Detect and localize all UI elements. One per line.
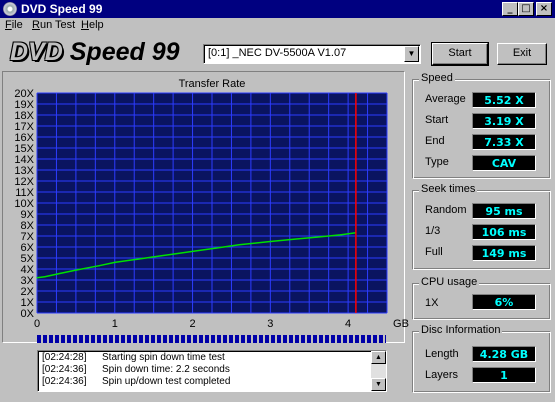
data-point	[75, 269, 77, 271]
data-point	[44, 276, 46, 278]
chart-title: Transfer Rate	[179, 78, 246, 90]
data-point	[191, 250, 194, 252]
y-tick-label: 10X	[14, 198, 34, 210]
seek-third-label: 1/3	[425, 225, 441, 237]
y-tick-label: 2X	[21, 286, 35, 298]
log-scrollbar[interactable]: ▲ ▼	[371, 351, 386, 391]
cpu-panel-title: CPU usage	[419, 276, 480, 288]
data-point	[98, 265, 100, 267]
log-message: Spin up/down test completed	[102, 376, 231, 387]
data-point	[36, 277, 38, 279]
y-tick-label: 6X	[21, 242, 35, 254]
x-tick-label: 0	[34, 318, 40, 330]
speed-average-label: Average	[425, 93, 466, 105]
y-tick-label: 1X	[21, 297, 35, 309]
y-tick-label: 11X	[15, 187, 34, 199]
y-tick-label: 9X	[21, 209, 35, 221]
data-point	[114, 261, 116, 263]
x-tick-label: 3	[267, 318, 273, 330]
y-tick-label: 20X	[14, 88, 34, 100]
transfer-rate-chart: Transfer Rate0X1X2X3X4X5X6X7X8X9X10X11X1…	[14, 78, 409, 330]
log-time: [02:24:36]	[42, 364, 87, 375]
x-axis-label: GB	[393, 318, 409, 330]
seek-random-value: 95 ms	[472, 203, 536, 219]
y-tick-label: 0X	[21, 308, 35, 320]
start-button[interactable]: Start	[431, 42, 489, 66]
data-point	[215, 247, 217, 249]
disc-panel-title: Disc Information	[419, 324, 503, 336]
y-tick-label: 16X	[14, 132, 34, 144]
speed-start-label: Start	[425, 114, 449, 126]
log-message: Starting spin down time test	[102, 352, 225, 363]
y-tick-label: 8X	[21, 220, 35, 232]
disc-length-value: 4.28 GB	[472, 346, 536, 362]
maximize-button[interactable]: □	[518, 2, 534, 16]
cpu-1x-label: 1X	[425, 297, 439, 309]
log-time: [02:24:36]	[42, 376, 87, 387]
speed-start-value: 3.19 X	[472, 113, 536, 129]
x-tick-label: 2	[189, 318, 195, 330]
log-message: Spin down time: 2.2 seconds	[102, 364, 230, 375]
log-entry: [02:24:36] Spin down time: 2.2 seconds	[42, 364, 386, 376]
progress-bar	[37, 335, 386, 343]
speed-average-value: 5.52 X	[472, 92, 536, 108]
seek-third-value: 106 ms	[472, 224, 536, 240]
disc-length-label: Length	[425, 348, 459, 360]
seek-times-panel: Seek times Random 95 ms 1/3 106 ms Full …	[412, 183, 551, 270]
scroll-down-icon[interactable]: ▼	[371, 378, 386, 391]
minimize-button[interactable]: _	[502, 2, 518, 16]
close-icon: ×	[539, 3, 549, 14]
x-tick-label: 4	[345, 318, 351, 330]
y-tick-label: 19X	[14, 99, 34, 111]
x-tick-label: 1	[112, 318, 118, 330]
y-tick-label: 15X	[14, 143, 34, 155]
maximize-icon: □	[521, 3, 531, 14]
seek-panel-title: Seek times	[419, 183, 478, 195]
minimize-icon: _	[507, 3, 513, 14]
disc-layers-value: 1	[472, 367, 536, 383]
y-tick-label: 13X	[14, 165, 34, 177]
data-point	[293, 238, 295, 240]
data-point	[160, 255, 163, 257]
log-entry: [02:24:28] Starting spin down time test	[42, 352, 386, 364]
data-point	[339, 234, 341, 236]
log-time: [02:24:28]	[42, 352, 87, 363]
seek-random-label: Random	[425, 204, 467, 216]
speed-type-value: CAV	[472, 155, 536, 171]
data-point	[316, 236, 318, 238]
data-point	[59, 272, 61, 274]
y-tick-label: 18X	[14, 110, 34, 122]
speed-panel-title: Speed	[419, 72, 455, 84]
seek-full-label: Full	[425, 246, 443, 258]
data-point	[137, 258, 139, 260]
y-tick-label: 3X	[21, 275, 35, 287]
y-tick-label: 12X	[14, 176, 34, 188]
cpu-1x-value: 6%	[472, 294, 536, 310]
y-tick-label: 17X	[14, 121, 34, 133]
y-tick-label: 14X	[14, 154, 34, 166]
scroll-up-icon[interactable]: ▲	[371, 351, 386, 364]
close-button[interactable]: ×	[536, 2, 552, 16]
log-entry: [02:24:36] Spin up/down test completed	[42, 376, 386, 388]
y-tick-label: 7X	[21, 231, 35, 243]
data-point	[238, 244, 240, 246]
speed-end-label: End	[425, 135, 445, 147]
disc-layers-label: Layers	[425, 369, 459, 381]
seek-full-value: 149 ms	[472, 245, 536, 261]
disc-info-panel: Disc Information Length 4.28 GB Layers 1	[412, 324, 551, 393]
cpu-usage-panel: CPU usage 1X 6%	[412, 276, 551, 320]
speed-panel: Speed Average 5.52 X Start 3.19 X End 7.…	[412, 72, 551, 179]
speed-end-value: 7.33 X	[472, 134, 536, 150]
data-point	[269, 240, 271, 243]
y-tick-label: 4X	[21, 264, 35, 276]
y-tick-label: 5X	[21, 253, 35, 265]
log-list[interactable]: [02:24:28] Starting spin down time test […	[37, 350, 387, 392]
speed-type-label: Type	[425, 156, 449, 168]
exit-button[interactable]: Exit	[497, 43, 547, 65]
